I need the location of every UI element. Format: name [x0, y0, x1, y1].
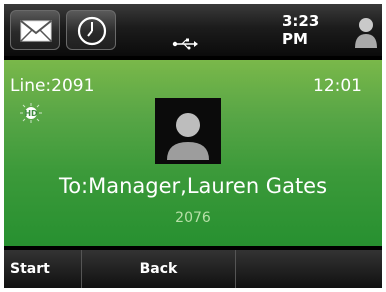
hd-voice-icon: HD [20, 103, 42, 123]
recent-calls-button[interactable] [66, 10, 116, 50]
phone-screen: 3:23 PM Line:2091 12:01 HD To:Manager,La… [4, 4, 382, 288]
active-call-panel: Line:2091 12:01 HD To:Manager,Lauren Gat… [4, 60, 382, 246]
back-softkey[interactable]: Back [82, 250, 236, 288]
empty-softkey[interactable] [236, 250, 382, 288]
clock-icon [77, 16, 107, 46]
status-bar: 3:23 PM [4, 4, 382, 56]
hd-badge: HD [24, 109, 38, 118]
call-recipient: To:Manager,Lauren Gates [58, 174, 328, 198]
usb-icon [172, 38, 198, 50]
start-softkey[interactable]: Start [4, 250, 82, 288]
softkey-bar: Start Back [4, 250, 382, 288]
call-timer: 12:01 [313, 76, 362, 96]
user-icon[interactable] [354, 14, 378, 48]
recipient-number: 2076 [175, 210, 211, 226]
messages-button[interactable] [10, 10, 60, 50]
line-label: Line:2091 [10, 76, 95, 96]
person-icon [167, 113, 209, 160]
contact-avatar [155, 98, 221, 164]
status-time: 3:23 PM [282, 12, 320, 48]
envelope-icon [20, 20, 52, 42]
